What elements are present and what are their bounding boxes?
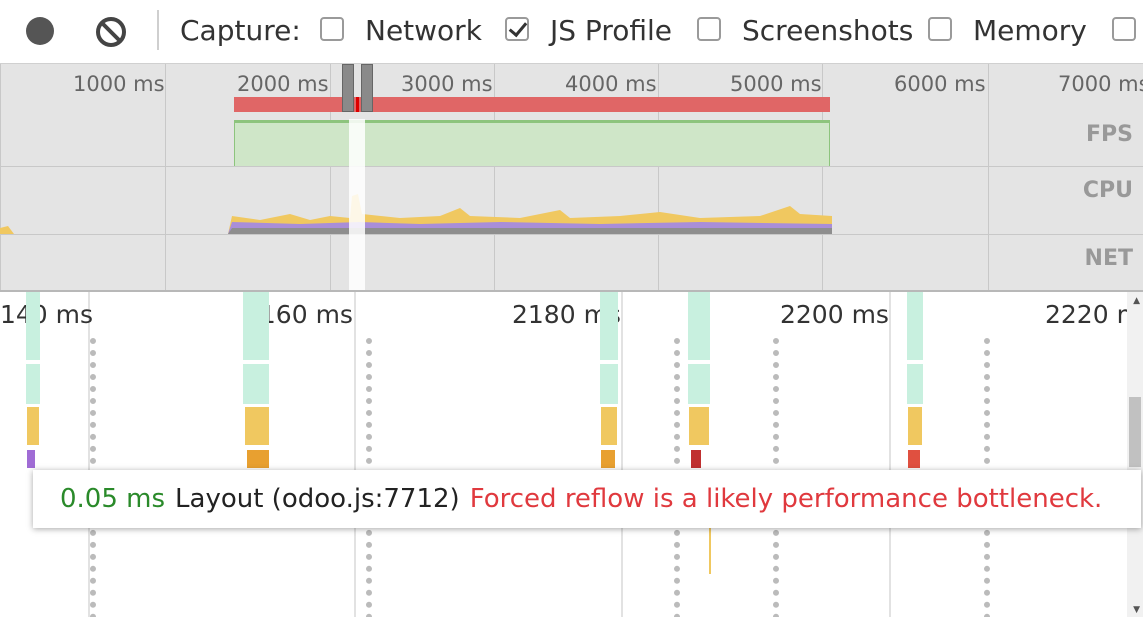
overview-gridline (0, 64, 1, 290)
overview-gridline (988, 64, 989, 290)
script-block[interactable] (689, 407, 709, 445)
tooltip-warning: Forced reflow is a likely performance bo… (469, 484, 1103, 514)
overview-lane-divider (0, 234, 1143, 235)
overview-tick: 3000 ms (401, 72, 493, 96)
task-block[interactable] (26, 292, 40, 360)
toolbar-separator (157, 10, 159, 50)
layout-block[interactable] (27, 450, 35, 468)
screenshots-label: Screenshots (742, 14, 914, 47)
script-block[interactable] (601, 407, 617, 445)
task-block[interactable] (600, 292, 618, 360)
tooltip-duration: 0.05 ms (60, 484, 166, 514)
clear-button[interactable] (95, 16, 127, 48)
script-block[interactable] (245, 407, 269, 445)
task-block[interactable] (907, 292, 923, 360)
task-block[interactable] (600, 364, 618, 404)
network-label: Network (365, 14, 482, 47)
selection-marker (356, 97, 359, 112)
flame-tick: 140 ms (0, 300, 94, 329)
flame-gridline (889, 292, 891, 617)
task-block[interactable] (26, 364, 40, 404)
task-block[interactable] (688, 364, 710, 404)
script-block[interactable] (908, 407, 922, 445)
overview-tick: 5000 ms (730, 72, 822, 96)
event-tooltip: 0.05 ms Layout (odoo.js:7712) Forced reflo… (33, 470, 1141, 528)
long-frame-warning-bar[interactable] (234, 97, 830, 112)
flame-gridline (621, 292, 623, 617)
overview-gridline (165, 64, 166, 290)
js-profile-checkbox[interactable] (505, 17, 529, 41)
memory-checkbox[interactable] (928, 17, 952, 41)
script-block[interactable] (709, 528, 711, 574)
script-block[interactable] (247, 450, 269, 468)
task-block[interactable] (243, 292, 269, 360)
script-block[interactable] (601, 450, 615, 468)
fps-lane-label: FPS (1086, 122, 1133, 147)
flame-chart[interactable]: 140 ms 2160 ms 2180 ms 2200 ms 2220 ms ▲… (0, 290, 1143, 617)
selection-window[interactable] (349, 119, 365, 290)
timeline-overview[interactable]: 1000 ms 2000 ms 3000 ms 4000 ms 5000 ms … (0, 64, 1143, 290)
flame-scrollbar[interactable]: ▲ ▼ (1127, 292, 1143, 617)
overview-tick: 2000 ms (237, 72, 329, 96)
scroll-down-icon[interactable]: ▼ (1133, 605, 1140, 615)
task-block[interactable] (688, 292, 710, 360)
more-checkbox[interactable] (1112, 17, 1136, 41)
js-profile-label: JS Profile (550, 14, 672, 47)
capture-label: Capture: (180, 14, 301, 47)
task-block[interactable] (243, 364, 269, 404)
selection-left-handle[interactable] (342, 64, 354, 112)
memory-label: Memory (973, 14, 1087, 47)
scroll-up-icon[interactable]: ▲ (1133, 296, 1140, 306)
network-checkbox[interactable] (320, 17, 344, 41)
net-lane-label: NET (1084, 246, 1133, 271)
cpu-lane-label: CPU (1082, 178, 1133, 203)
overview-tick: 1000 ms (73, 72, 165, 96)
tooltip-event-name: Layout (odoo.js:7712) (175, 484, 460, 514)
flame-tick: 2200 ms (780, 300, 889, 329)
flame-gridline (354, 292, 356, 617)
screenshots-checkbox[interactable] (697, 17, 721, 41)
scroll-thumb[interactable] (1129, 397, 1141, 467)
task-block[interactable] (907, 364, 923, 404)
fps-graph (234, 120, 830, 166)
cpu-graph (0, 194, 832, 234)
overview-tick: 6000 ms (894, 72, 986, 96)
overview-lane-divider (0, 166, 1143, 167)
layout-block[interactable] (908, 450, 920, 468)
layout-block[interactable] (691, 450, 701, 468)
record-button[interactable] (26, 17, 54, 45)
script-block[interactable] (27, 407, 39, 445)
clear-icon (96, 17, 126, 47)
overview-tick: 7000 ms (1058, 72, 1143, 96)
selection-right-handle[interactable] (361, 64, 373, 112)
performance-toolbar: Capture: Network JS Profile Screenshots … (0, 0, 1143, 64)
overview-tick: 4000 ms (565, 72, 657, 96)
record-icon (26, 17, 54, 45)
